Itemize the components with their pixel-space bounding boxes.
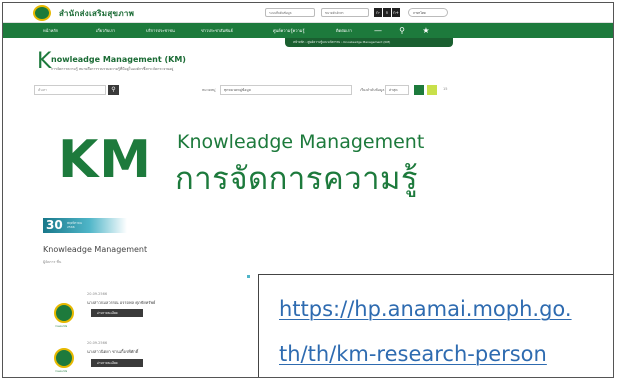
km-banner-initials: KM bbox=[58, 130, 153, 190]
item-name[interactable]: นางสาวนิตยา ชานเกื้อรพีศักดิ์ bbox=[87, 348, 138, 355]
search-icon: ⚲ bbox=[111, 86, 116, 93]
nav-item-about[interactable]: เกี่ยวกับเรา bbox=[96, 27, 115, 34]
read-more-button[interactable]: อ่านรายละเอียด bbox=[91, 359, 143, 367]
per-page-label[interactable]: 15 bbox=[443, 87, 447, 91]
sort-label: เรียงลำดับข้อมูล bbox=[360, 88, 385, 92]
search-input[interactable]: ค้นหา bbox=[34, 85, 106, 95]
read-more-button[interactable]: อ่านรายละเอียด bbox=[91, 309, 143, 317]
breadcrumb-item-home[interactable]: หน้าหลัก bbox=[293, 40, 304, 44]
font-increase-button[interactable]: ก+ bbox=[392, 8, 400, 17]
site-search-input[interactable]: ระบบสืบค้นข้อมูล bbox=[265, 8, 315, 17]
decorative-dot bbox=[247, 275, 250, 278]
nav-item-knowledge[interactable]: ศูนย์ความรู้ความรู้ bbox=[273, 27, 305, 34]
breadcrumb-item-center[interactable]: ศูนย์ความรู้และนวัตกรรม bbox=[307, 40, 340, 44]
menu-icon[interactable]: — bbox=[371, 24, 385, 37]
date-month: พฤศจิกายน 2566 bbox=[67, 221, 82, 229]
main-nav: หน้าหลัก เกี่ยวกับเรา บริการประชาชน ข่าว… bbox=[3, 23, 613, 38]
category-select[interactable]: ทุกหมวดหมู่ข้อมูล bbox=[220, 85, 352, 95]
page-title-initial: K bbox=[37, 49, 52, 74]
nav-item-home[interactable]: หน้าหลัก bbox=[43, 27, 58, 34]
font-decrease-button[interactable]: ก- bbox=[374, 8, 382, 17]
date-day: 30 bbox=[46, 218, 63, 232]
item-name[interactable]: นางสาวกมลวรรณ อรรถพล ศุภชัยทรัพย์ bbox=[87, 299, 155, 306]
nav-item-news[interactable]: ข่าวประชาสัมพันธ์ bbox=[201, 27, 233, 34]
item-date: 20.09.2566 bbox=[87, 341, 108, 345]
site-name[interactable]: สำนักส่งเสริมสุขภาพ bbox=[59, 7, 134, 20]
language-select[interactable]: ภาษาไทย bbox=[408, 8, 448, 17]
category-label: หมวดหมู่ bbox=[202, 88, 216, 92]
breadcrumb-item-current: Knowleadge Management (KM) bbox=[343, 40, 391, 44]
font-normal-button[interactable]: ก bbox=[383, 8, 391, 17]
date-badge: 30 พฤศจิกายน 2566 bbox=[43, 218, 127, 233]
sitemap-icon[interactable]: ★ bbox=[419, 24, 433, 37]
item-date: 20.09.2566 bbox=[87, 292, 108, 296]
font-size-label: ขนาดตัวอักษร bbox=[321, 8, 369, 17]
department-logo-icon bbox=[54, 303, 74, 323]
url-link-line-2[interactable]: th/th/km-research-person bbox=[279, 342, 547, 366]
section-title: Knowleadge Management bbox=[43, 245, 148, 254]
list-view-button[interactable] bbox=[414, 85, 424, 95]
section-subtitle: ผู้จัดการ ชื่น bbox=[43, 260, 62, 264]
filter-bar: ค้นหา ⚲ หมวดหมู่ ทุกหมวดหมู่ข้อมูล เรียง… bbox=[30, 85, 458, 96]
browser-screenshot: สำนักส่งเสริมสุขภาพ ระบบสืบค้นข้อมูล ขนา… bbox=[2, 2, 614, 378]
logo-caption: กรมอนามัย bbox=[55, 325, 68, 328]
breadcrumb: หน้าหลัก › ศูนย์ความรู้และนวัตกรรม › Kno… bbox=[285, 38, 453, 47]
search-button[interactable]: ⚲ bbox=[108, 85, 119, 95]
grid-view-button[interactable] bbox=[427, 85, 437, 95]
department-logo-icon bbox=[54, 348, 74, 368]
page-title: nowleadge Management (KM) bbox=[51, 55, 186, 64]
km-banner-thai: การจัดการความรู้ bbox=[175, 161, 419, 197]
department-logo-icon[interactable] bbox=[33, 5, 51, 21]
search-icon[interactable]: ⚲ bbox=[395, 24, 409, 37]
sort-select[interactable]: ล่าสุด bbox=[385, 85, 409, 95]
url-link-line-1[interactable]: https://hp.anamai.moph.go. bbox=[279, 297, 572, 321]
nav-item-contact[interactable]: ติดต่อเรา bbox=[336, 27, 352, 34]
top-header: สำนักส่งเสริมสุขภาพ ระบบสืบค้นข้อมูล ขนา… bbox=[3, 3, 613, 23]
nav-item-services[interactable]: บริการประชาชน bbox=[146, 27, 175, 34]
url-callout: https://hp.anamai.moph.go. th/th/km-rese… bbox=[258, 274, 613, 377]
logo-caption: กรมอนามัย bbox=[55, 370, 68, 373]
km-banner-english: Knowleadge Management bbox=[177, 131, 425, 153]
page-subtitle: การจัดการความรู้ หมายถึงการรวบรวมความรู้… bbox=[51, 67, 174, 71]
